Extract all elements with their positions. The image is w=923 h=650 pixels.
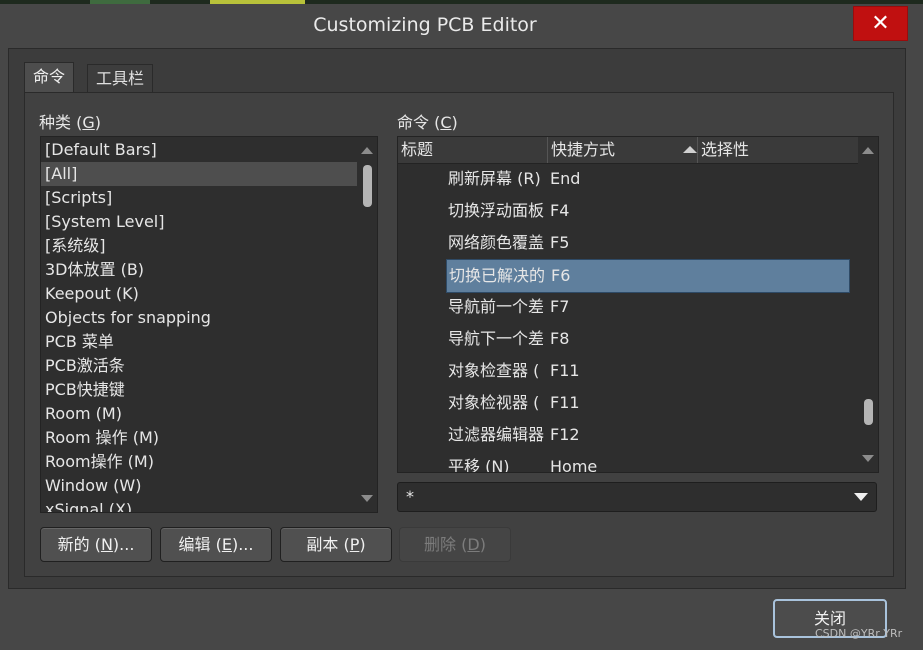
table-row[interactable]: 过滤器编辑器 F12	[446, 419, 848, 451]
command-title-cell: 刷新屏幕 (R)	[448, 169, 541, 188]
table-row[interactable]: 刷新屏幕 (R) End	[446, 163, 848, 195]
command-title-cell: 对象检视器 (	[448, 393, 540, 412]
categories-list[interactable]: [Default Bars] [All] [Scripts] [System Leve…	[40, 136, 378, 513]
delete-button: 删除 (D)	[399, 527, 511, 562]
chevron-down-icon[interactable]	[854, 493, 868, 501]
list-item[interactable]: Room (M)	[41, 402, 377, 426]
command-shortcut-cell: F6	[551, 266, 571, 285]
filter-value: *	[406, 487, 414, 506]
scroll-down-icon[interactable]	[862, 455, 874, 462]
copy-button[interactable]: 副本 (P)	[280, 527, 392, 562]
column-title-header[interactable]: 标题	[398, 137, 548, 163]
window-title: Customizing PCB Editor	[313, 14, 537, 36]
table-row[interactable]: 对象检查器 ( F11	[446, 355, 848, 387]
tab-toolbars[interactable]: 工具栏	[87, 64, 154, 93]
command-title-cell: 网络颜色覆盖	[448, 233, 545, 252]
edit-button[interactable]: 编辑 (E)...	[160, 527, 272, 562]
list-item[interactable]: [Default Bars]	[41, 138, 377, 162]
scroll-up-icon[interactable]	[361, 147, 373, 154]
scrollbar-thumb[interactable]	[363, 165, 372, 207]
close-icon[interactable]: ✕	[853, 6, 908, 41]
command-title-cell: 导航前一个差	[448, 297, 545, 316]
command-shortcut-cell: End	[550, 169, 581, 188]
command-shortcut-cell: F5	[550, 233, 570, 252]
table-row[interactable]: 导航前一个差 F7	[446, 291, 848, 323]
categories-label: 种类 (G)	[39, 113, 101, 132]
list-item[interactable]: [System Level]	[41, 210, 377, 234]
table-row[interactable]: 网络颜色覆盖 F5	[446, 227, 848, 259]
command-title-cell: 对象检查器 (	[448, 361, 540, 380]
sort-ascending-icon	[683, 146, 697, 153]
command-shortcut-cell: F8	[550, 329, 570, 348]
list-item[interactable]: PCB 菜单	[41, 330, 377, 354]
list-item[interactable]: Room 操作 (M)	[41, 426, 377, 450]
tab-commands[interactable]: 命令	[24, 62, 75, 93]
commands-scrollbar[interactable]	[858, 137, 878, 472]
categories-scrollbar[interactable]	[357, 137, 377, 512]
command-title-cell: 过滤器编辑器	[448, 425, 545, 444]
column-shortcut-header[interactable]: 快捷方式	[548, 137, 698, 163]
command-shortcut-cell: F4	[550, 201, 570, 220]
tab-panel: 种类 (G) [Default Bars] [All] [Scripts] [Syst…	[24, 92, 894, 577]
list-item[interactable]: Keepout (K)	[41, 282, 377, 306]
column-selective-header[interactable]: 选择性	[698, 137, 853, 163]
scrollbar-thumb[interactable]	[864, 399, 873, 425]
command-filter-dropdown[interactable]: *	[397, 482, 877, 512]
command-shortcut-cell: Home	[550, 457, 598, 473]
list-item[interactable]: [Scripts]	[41, 186, 377, 210]
list-item[interactable]: [系统级]	[41, 234, 377, 258]
list-item[interactable]: Objects for snapping	[41, 306, 377, 330]
list-item[interactable]: PCB激活条	[41, 354, 377, 378]
dialog-body: 命令 工具栏 种类 (G) [Default Bars] [All] [Script…	[8, 48, 906, 589]
command-title-cell: 切换浮动面板	[448, 201, 545, 220]
table-row[interactable]: 平移 (N) Home	[446, 451, 848, 473]
command-title-cell: 切换已解决的	[449, 266, 546, 285]
table-row[interactable]: 对象检视器 ( F11	[446, 387, 848, 419]
list-item[interactable]: 3D体放置 (B)	[41, 258, 377, 282]
list-item[interactable]: Room操作 (M)	[41, 450, 377, 474]
commands-label: 命令 (C)	[397, 113, 458, 132]
command-shortcut-cell: F11	[550, 361, 580, 380]
table-row[interactable]: 切换浮动面板 F4	[446, 195, 848, 227]
command-shortcut-cell: F11	[550, 393, 580, 412]
list-item[interactable]: PCB快捷键	[41, 378, 377, 402]
new-button[interactable]: 新的 (N)...	[40, 527, 152, 562]
command-shortcut-cell: F7	[550, 297, 570, 316]
commands-grid[interactable]: 标题 快捷方式 选择性 刷新屏幕 (R) End 切换浮动面板 F4 网络颜色覆盖 F5 切…	[397, 136, 879, 473]
list-item[interactable]: [All]	[41, 162, 377, 186]
list-item[interactable]: xSignal (X)	[41, 498, 377, 512]
grid-header: 标题 快捷方式 选择性	[398, 137, 858, 164]
table-row[interactable]: 导航下一个差 F8	[446, 323, 848, 355]
watermark: CSDN @YRr YRr	[815, 627, 903, 640]
list-item[interactable]: Window (W)	[41, 474, 377, 498]
command-title-cell: 平移 (N)	[448, 457, 510, 473]
table-row[interactable]: 切换已解决的 F6	[446, 259, 850, 293]
title-bar: Customizing PCB Editor ✕	[0, 4, 923, 46]
command-title-cell: 导航下一个差	[448, 329, 545, 348]
scroll-down-icon[interactable]	[361, 495, 373, 502]
customizing-dialog: Customizing PCB Editor ✕ 命令 工具栏 种类 (G) […	[0, 4, 923, 650]
command-shortcut-cell: F12	[550, 425, 580, 444]
scroll-up-icon[interactable]	[862, 147, 874, 154]
